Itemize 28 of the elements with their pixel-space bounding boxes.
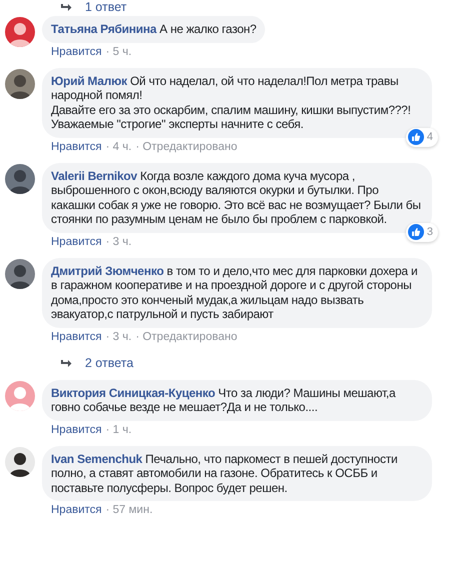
reply-arrow-icon [60,2,72,12]
author-link[interactable]: Виктория Синицкая-Куценко [51,386,216,400]
like-link[interactable]: Нравится [51,422,102,436]
comment-text: Виктория Синицкая-Куценко Что за люди? Машины мешают,а говно собачье везде не мешает?Да и не только.... [51,386,397,414]
comment-text: Дмитрий Зюмченко в том то и дело,что мес для парковки дохера и в гаражном кооперативе и на проездной дороге и с другой стороны дома,просто это конченый мудак,а жильцам надо вызвать эвакуатор,с патрульной и пусть забирают [51,264,418,322]
avatar [5,164,35,194]
author-link[interactable]: Татьяна Рябинина [51,22,156,36]
like-link[interactable]: Нравится [51,330,102,344]
reply-arrow-icon [60,358,72,368]
author-link[interactable]: Valerii Bernikov [51,168,138,182]
avatar [5,446,35,476]
thumbs-up-icon [408,224,424,240]
replies-link[interactable]: 1 ответ [85,0,127,14]
avatar [5,258,35,288]
replies-link[interactable]: 2 ответа [85,356,134,370]
comment-text: Татьяна Рябинина А не жалко газон? [51,22,256,36]
like-link[interactable]: Нравится [51,503,102,517]
avatar [5,17,35,47]
author-link[interactable]: Ivan Semenchuk [51,452,142,466]
like-link[interactable]: Нравится [51,44,102,58]
like-link[interactable]: Нравится [51,234,102,248]
author-link[interactable]: Юрий Малюк [51,74,127,88]
author-link[interactable]: Дмитрий Зюмченко [51,264,164,278]
thumbs-up-icon [408,129,424,146]
avatar [5,380,35,410]
like-link[interactable]: Нравится [51,140,102,154]
avatar [5,68,35,98]
comment-text: Ivan Semenchuk Печально, что паркомест в пешей доступности полно, а ставят автомобили на газоне. Обратитесь к ОСББ и поставьте полусферы. Вопрос будет решен. [51,452,398,495]
